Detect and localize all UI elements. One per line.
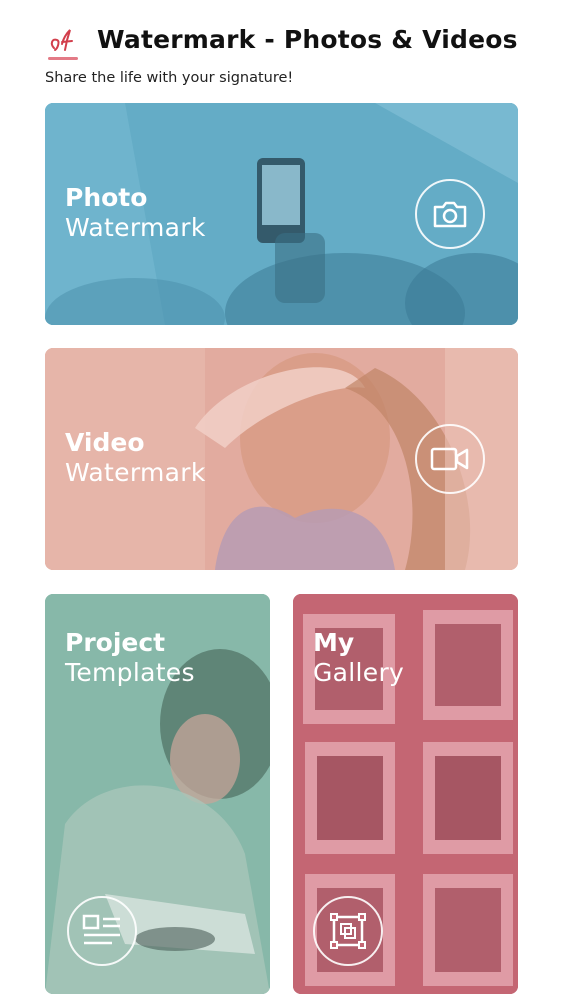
templates-card-title-line1: Project — [65, 628, 166, 657]
video-watermark-card[interactable]: Video Watermark — [45, 348, 518, 570]
photo-watermark-card[interactable]: Photo Watermark — [45, 103, 518, 325]
gallery-card-title-line2: Gallery — [313, 658, 405, 688]
photo-watermark-button[interactable] — [415, 179, 485, 249]
templates-card-title-line2: Templates — [65, 658, 195, 688]
gallery-card-title: My Gallery — [313, 628, 405, 688]
templates-card-title: Project Templates — [65, 628, 195, 688]
video-card-title-line1: Video — [65, 428, 145, 457]
camera-icon — [433, 201, 467, 228]
template-list-icon — [82, 914, 120, 945]
project-templates-card[interactable]: Project Templates — [45, 594, 270, 994]
signature-logo-icon — [48, 29, 78, 60]
app-header: Watermark - Photos & Videos Share the li… — [0, 0, 563, 100]
app-title: Watermark - Photos & Videos — [97, 25, 518, 54]
my-gallery-button[interactable] — [313, 896, 383, 966]
video-camera-icon — [430, 447, 469, 471]
video-watermark-button[interactable] — [415, 424, 485, 494]
photo-card-title: Photo Watermark — [65, 183, 206, 243]
gallery-card-title-line1: My — [313, 628, 355, 657]
my-gallery-card[interactable]: My Gallery — [293, 594, 518, 994]
gallery-frame-icon — [330, 913, 366, 949]
video-card-title-line2: Watermark — [65, 458, 206, 488]
project-templates-button[interactable] — [67, 896, 137, 966]
app-subtitle: Share the life with your signature! — [45, 70, 294, 86]
photo-card-title-line2: Watermark — [65, 213, 206, 243]
photo-card-title-line1: Photo — [65, 183, 148, 212]
video-card-title: Video Watermark — [65, 428, 206, 488]
